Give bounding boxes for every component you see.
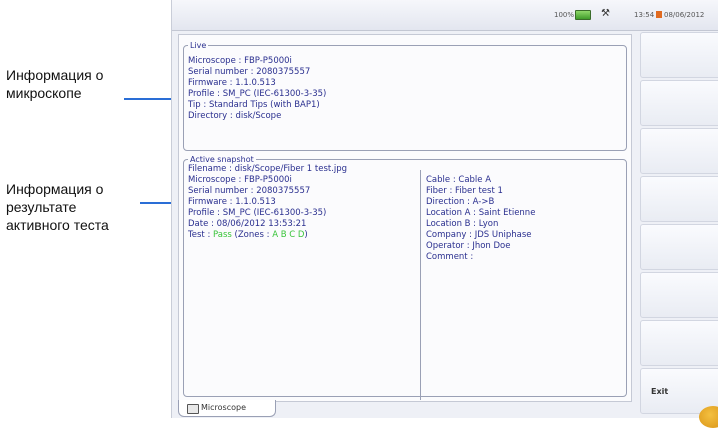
softkey-2[interactable] <box>640 80 718 126</box>
info-line: Microscope : FBP-P5000i <box>188 175 292 185</box>
info-line: Tip : Standard Tips (with BAP1) <box>188 100 320 110</box>
column-divider <box>420 170 421 400</box>
info-line: Location B : Lyon <box>426 219 499 229</box>
tab-label: Microscope <box>201 403 246 412</box>
softkey-4[interactable] <box>640 176 718 222</box>
microscope-tab-icon <box>187 404 199 414</box>
clock-date: 08/06/2012 <box>664 11 705 19</box>
snapshot-filename: Filename : disk/Scope/Fiber 1 test.jpg <box>188 164 348 174</box>
snapshot-right-info: Cable : Cable A Fiber : Fiber test 1 Dir… <box>426 175 535 263</box>
callout-line: активного теста <box>6 217 109 233</box>
home-orb-icon[interactable] <box>699 406 718 428</box>
exit-label: Exit <box>651 387 669 396</box>
callout-active-test-info: Информация о результате активного теста <box>6 180 109 234</box>
wrench-icon[interactable]: ⚒ <box>601 8 610 19</box>
tab-strip: Microscope <box>172 400 636 418</box>
test-result: Pass <box>213 230 232 240</box>
softkey-1[interactable] <box>640 32 718 78</box>
info-line: Microscope : FBP-P5000i <box>188 56 292 66</box>
info-line: Fiber : Fiber test 1 <box>426 186 503 196</box>
info-line: Serial number : 2080375557 <box>188 186 311 196</box>
active-snapshot-group: Active snapshot Filename : disk/Scope/Fi… <box>183 155 627 400</box>
callout-line: микроскопе <box>6 85 82 101</box>
softkey-5[interactable] <box>640 224 718 270</box>
callout-line: результате <box>6 199 77 215</box>
info-line: Company : JDS Uniphase <box>426 230 532 240</box>
zones-close: ) <box>304 230 308 240</box>
info-line: Direction : A->B <box>426 197 495 207</box>
info-line: Date : 08/06/2012 13:53:21 <box>188 219 307 229</box>
main-panel: Live Microscope : FBP-P5000i Serial numb… <box>178 34 632 402</box>
callout-line: Информация о <box>6 67 104 83</box>
info-line: Location A : Saint Etienne <box>426 208 536 218</box>
info-line: Directory : disk/Scope <box>188 111 282 121</box>
callout-line: Информация о <box>6 181 104 197</box>
test-label: Test : <box>188 230 214 240</box>
status-bar: 100% ⚒ 13:54 08/06/2012 <box>172 0 718 31</box>
active-snapshot-legend: Active snapshot <box>190 155 254 164</box>
alert-flag-icon <box>656 11 662 18</box>
softkey-3[interactable] <box>640 128 718 174</box>
snapshot-left-info: Microscope : FBP-P5000i Serial number : … <box>188 175 326 241</box>
tab-microscope[interactable]: Microscope <box>178 400 276 417</box>
test-result-line: Test : Pass (Zones : A B C D) <box>188 230 326 241</box>
live-group: Live Microscope : FBP-P5000i Serial numb… <box>183 41 627 151</box>
callout-microscope-info: Информация о микроскопе <box>6 66 103 102</box>
info-line: Cable : Cable A <box>426 175 492 185</box>
device-screen: 100% ⚒ 13:54 08/06/2012 Live Microscope … <box>171 0 718 428</box>
info-line: Profile : SM_PC (IEC-61300-3-35) <box>188 208 327 218</box>
live-info: Microscope : FBP-P5000i Serial number : … <box>188 56 326 122</box>
info-line: Operator : Jhon Doe <box>426 241 511 251</box>
info-line: Profile : SM_PC (IEC-61300-3-35) <box>188 89 327 99</box>
softkey-sidebar: Exit <box>636 30 718 428</box>
battery-percent: 100% <box>554 11 575 19</box>
live-legend: Live <box>190 41 207 50</box>
softkey-6[interactable] <box>640 272 718 318</box>
clock-time: 13:54 <box>634 11 655 19</box>
info-line: Firmware : 1.1.0.513 <box>188 78 276 88</box>
zones-value: A B C D <box>272 230 305 240</box>
softkey-7[interactable] <box>640 320 718 366</box>
zones-open: (Zones : <box>231 230 273 240</box>
info-line: Serial number : 2080375557 <box>188 67 311 77</box>
battery-icon <box>575 10 591 20</box>
info-line: Comment : <box>426 252 474 262</box>
info-line: Firmware : 1.1.0.513 <box>188 197 276 207</box>
